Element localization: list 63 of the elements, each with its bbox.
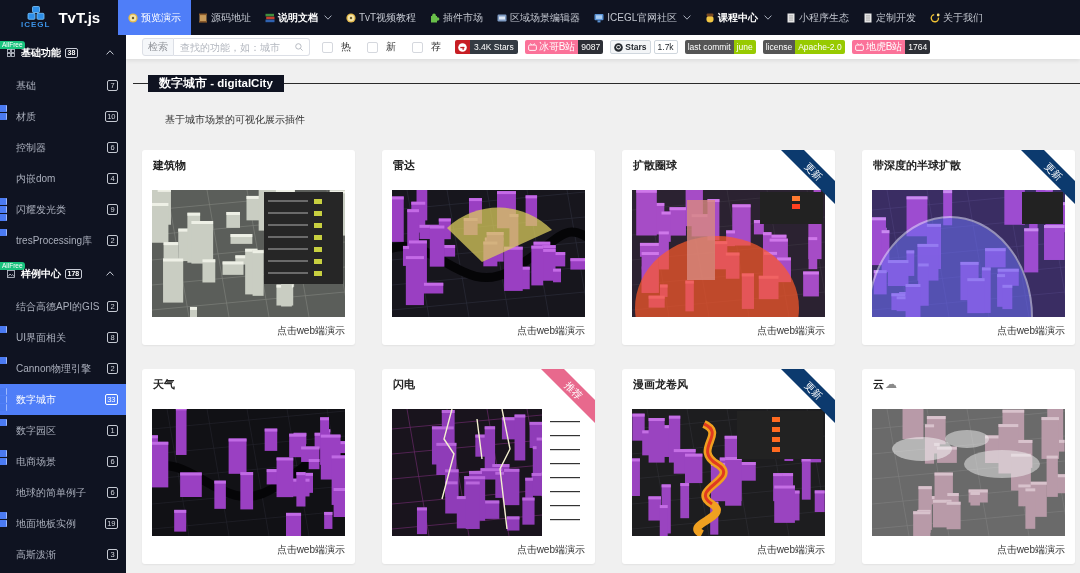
puzzle-icon [430,12,441,23]
demo-link[interactable]: 点击web端演示 [276,324,345,338]
page-icon [863,12,874,23]
section-description: 基于城市场景的可视化展示插件 [165,114,306,126]
page-icon [786,12,797,23]
search-label: 检索 [142,38,174,56]
image-icon [7,269,15,278]
nav-tab[interactable]: TvT视频教程 [339,0,424,35]
nav-tab[interactable]: 说明文档 [258,0,339,35]
nav-tab[interactable]: 预览演示 [118,0,191,35]
card-title: 扩散圈球 [633,159,677,172]
demo-link[interactable]: 点击web端演示 [996,324,1065,338]
logo-caption: ICEGL [21,21,51,29]
tile-icon [497,12,508,23]
swirl-icon [930,12,941,23]
card-title: 雷达 [393,159,415,172]
nav-tab[interactable]: 关于我们 [923,0,991,35]
demo-link[interactable]: 点击web端演示 [516,543,585,557]
nav-tab[interactable]: ICEGL官网社区 [587,0,699,35]
ribbon-badge: 更新 [1021,150,1075,204]
scroll-icon [198,12,208,23]
checkbox[interactable] [412,41,423,53]
card-title: 天气 [153,378,175,391]
books-icon [265,12,275,23]
nav-tab[interactable]: 小程序生态 [779,0,857,35]
demo-link[interactable]: 点击web端演示 [756,324,825,338]
nav-tab[interactable]: 源码地址 [191,0,258,35]
checkbox-label: 热 [341,40,351,54]
checkbox[interactable] [322,41,333,53]
cloud-symbol: ☁ [885,378,897,391]
tv-icon [527,43,537,51]
demo-link[interactable]: 点击web端演示 [276,543,345,557]
search-icon [295,43,303,51]
checkbox-label: 荐 [431,40,441,54]
demo-link[interactable]: 点击web端演示 [756,543,825,557]
logo-icon [458,42,467,52]
demo-link[interactable]: 点击web端演示 [996,543,1065,557]
cubes-logo-icon [26,6,45,20]
nav-tab[interactable]: 区域场景编辑器 [490,0,588,35]
section-title: 数字城市 - digitalCity [148,75,284,92]
tv-icon [854,43,864,51]
logo-icon [614,42,624,52]
monitor-icon [594,12,605,23]
disc-icon [346,12,356,23]
ribbon-badge: 推荐 [541,369,595,423]
card-title: 带深度的半球扩散 [873,159,961,172]
card-title: 漫画龙卷风 [633,378,688,391]
nav-tab[interactable]: 定制开发 [856,0,924,35]
card-title: 云 [873,378,884,391]
checkbox[interactable] [367,41,378,53]
card-title: 闪电 [393,378,415,391]
logo-text: TvT.js [58,9,101,26]
nav-tab[interactable]: 插件市场 [423,0,491,35]
grid-icon [7,48,15,57]
ribbon-badge: 更新 [781,150,835,204]
demo-link[interactable]: 点击web端演示 [516,324,585,338]
nav-tab[interactable]: 课程中心 [698,0,780,35]
checkbox-label: 新 [386,40,396,54]
card-title: 建筑物 [153,159,186,172]
disc-icon [128,12,138,23]
search-field[interactable]: 查找的功能，如：城市 [174,38,310,56]
ribbon-badge: 更新 [781,369,835,423]
person-icon [705,12,716,23]
